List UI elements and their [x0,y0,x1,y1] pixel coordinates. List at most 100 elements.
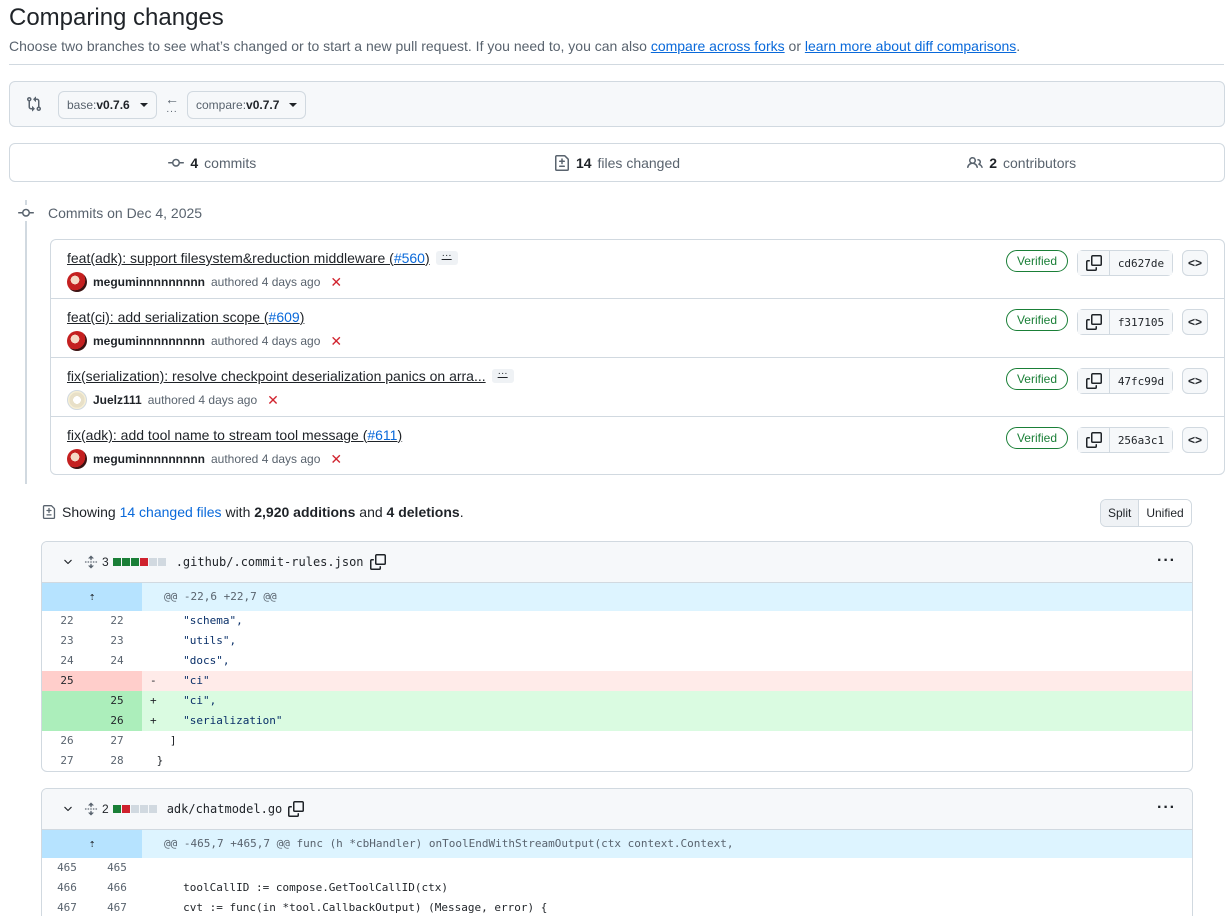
commit-title[interactable]: fix(serialization): resolve checkpoint d… [67,368,514,384]
commit-row: fix(adk): add tool name to stream tool m… [51,417,1224,476]
copy-icon [1085,314,1102,330]
avatar[interactable] [67,331,87,351]
avatar[interactable] [67,390,87,410]
commit-row: fix(serialization): resolve checkpoint d… [51,358,1224,417]
contributors-tab[interactable]: 2 contributors [819,144,1224,181]
diff-line: 466 466 toolCallID := compose.GetToolCall… [57,881,449,894]
copy-icon [1085,432,1102,448]
sha-group: 256a3c1 [1077,427,1173,453]
diffstat-block [112,558,121,566]
code-icon: <> [1187,374,1202,388]
code-icon: <> [1187,256,1202,270]
file-diff: 2 adk/chatmodel.go ··· ⇡ @@ -465,7 +465,… [41,788,1193,916]
diffstat-block [112,805,121,813]
diffstat-block [130,805,139,813]
copy-sha-button[interactable] [1078,251,1110,275]
diffstat-block [148,805,157,813]
commit-sha-link[interactable]: f317105 [1110,310,1172,334]
commits-tab[interactable]: 4 commits [10,144,415,181]
verified-badge[interactable]: Verified [1005,427,1068,449]
commit-title[interactable]: fix(adk): add tool name to stream tool m… [67,427,402,443]
caret-down-icon [139,103,148,107]
copy-sha-button[interactable] [1078,310,1110,334]
divider [9,64,1224,65]
compare-across-forks-link[interactable]: compare across forks [651,38,785,54]
diffstat-block [139,805,148,813]
browse-repo-button[interactable]: <> [1182,250,1208,276]
kebab-menu-icon[interactable]: ··· [1157,799,1176,817]
diff-line: 22 22 "schema", [60,614,243,627]
copy-sha-button[interactable] [1078,369,1110,393]
chevron-down-icon[interactable] [62,803,74,815]
diffstat-block [148,558,157,566]
diff-line: 27 28 } [60,754,164,767]
copy-icon [1085,373,1102,389]
files-changed-tab[interactable]: 14 files changed [415,144,820,181]
commit-list: feat(adk): support filesystem&reduction … [50,239,1225,475]
expand-up-icon[interactable]: ⇡ [42,583,142,611]
check-failed-icon[interactable]: ✕ [330,274,342,291]
check-failed-icon[interactable]: ✕ [330,451,342,468]
unfold-icon[interactable] [84,554,98,570]
browse-repo-button[interactable]: <> [1182,427,1208,453]
code-icon: <> [1187,433,1202,447]
copy-sha-button[interactable] [1078,428,1110,452]
expand-up-icon[interactable]: ⇡ [42,830,142,858]
commit-sha-link[interactable]: 47fc99d [1110,369,1172,393]
avatar[interactable] [67,272,87,292]
commit-sha-link[interactable]: 256a3c1 [1110,428,1172,452]
kebab-menu-icon[interactable]: ··· [1157,552,1176,570]
expand-message-button[interactable]: ··· [491,369,514,383]
diffstat-block [157,558,166,566]
code-icon: <> [1187,315,1202,329]
verified-badge[interactable]: Verified [1005,309,1068,331]
pr-link[interactable]: #611 [367,427,397,443]
diff-line-added: 25 + "ci", [42,691,1192,711]
compare-branch-select[interactable]: compare: v0.7.7 [187,91,307,119]
git-compare-icon [27,96,42,112]
commits-date-heading: Commits on Dec 4, 2025 [18,205,202,221]
diffstat-block [121,558,130,566]
commit-sha-link[interactable]: cd627de [1110,251,1172,275]
diff-line: 465 465 [57,861,127,874]
split-view-button[interactable]: Split [1101,500,1139,526]
check-failed-icon[interactable]: ✕ [267,392,279,409]
sha-group: 47fc99d [1077,368,1173,394]
pr-link[interactable]: #609 [269,309,300,325]
page-subtitle: Choose two branches to see what’s change… [9,38,1021,54]
range-editor: base: v0.7.6 ←... compare: v0.7.7 [9,81,1225,127]
people-icon [967,156,984,168]
chevron-down-icon[interactable] [62,556,74,568]
commit-title[interactable]: feat(adk): support filesystem&reduction … [67,250,458,266]
commit-author: meguminnnnnnnnn authored 4 days ago ✕ [67,449,342,469]
unified-view-button[interactable]: Unified [1138,500,1191,526]
unfold-icon[interactable] [84,801,98,817]
learn-more-link[interactable]: learn more about diff comparisons [805,38,1016,54]
file-name-link[interactable]: .github/.commit-rules.json [176,555,364,569]
expand-message-button[interactable]: ··· [435,251,458,265]
file-name-link[interactable]: adk/chatmodel.go [167,802,283,816]
change-count: 2 [102,802,109,816]
verified-badge[interactable]: Verified [1005,368,1068,390]
diff-summary: Showing 14 changed files with 2,920 addi… [42,504,464,520]
browse-repo-button[interactable]: <> [1182,368,1208,394]
diffstat-bar [112,805,157,813]
arrow-left-icon: ←... [165,91,179,115]
pr-link[interactable]: #560 [394,250,425,266]
file-header: 3 .github/.commit-rules.json ··· [42,542,1192,583]
avatar[interactable] [67,449,87,469]
copy-icon[interactable] [369,554,386,570]
check-failed-icon[interactable]: ✕ [330,333,342,350]
diff-line: 467 467 cvt := func(in *tool.CallbackOutp… [57,901,548,914]
commit-row: feat(adk): support filesystem&reduction … [51,240,1224,299]
browse-repo-button[interactable]: <> [1182,309,1208,335]
copy-icon[interactable] [288,801,305,817]
diffstat-bar [112,558,166,566]
diff-line-deleted: 25- "ci" [42,671,1192,691]
file-diff-icon [42,505,56,519]
verified-badge[interactable]: Verified [1005,250,1068,272]
base-branch-select[interactable]: base: v0.7.6 [58,91,157,119]
diff-line: 24 24 "docs", [60,654,230,667]
commit-title[interactable]: feat(ci): add serialization scope (#609) [67,309,304,325]
changed-files-link[interactable]: 14 changed files [120,504,222,520]
